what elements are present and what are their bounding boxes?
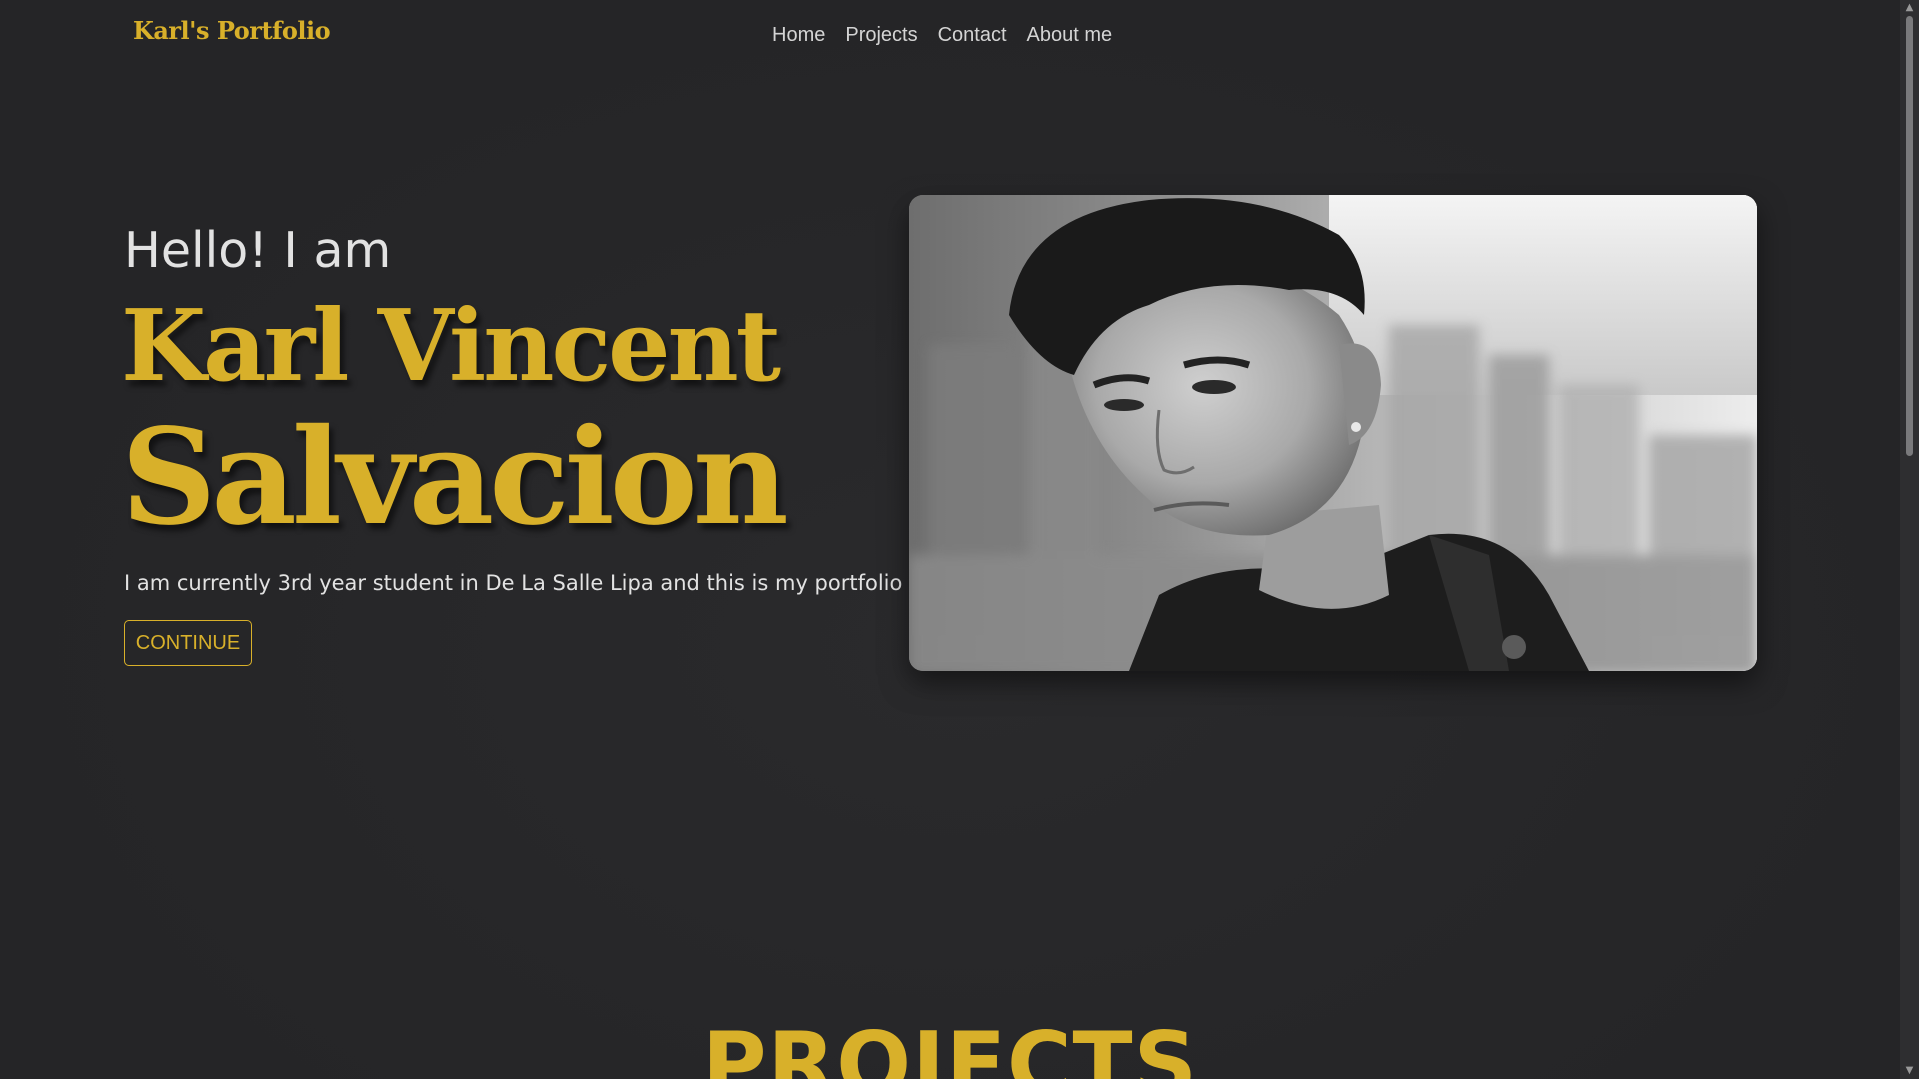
brand-logo[interactable]: Karl's Portfolio xyxy=(133,16,331,45)
chevron-up-icon[interactable]: ▲ xyxy=(1900,0,1919,16)
hero-tagline: I am currently 3rd year student in De La… xyxy=(124,571,903,595)
portfolio-page: Karl's Portfolio Home Projects Contact A… xyxy=(0,0,1919,1079)
continue-button[interactable]: CONTINUE xyxy=(124,620,252,666)
nav-link-contact[interactable]: Contact xyxy=(928,22,1017,49)
hero-last-name: Salvacion xyxy=(121,400,789,555)
nav-link-about-me[interactable]: About me xyxy=(1017,22,1123,49)
profile-photo-image xyxy=(909,195,1757,671)
nav-links: Home Projects Contact About me xyxy=(762,22,1122,49)
projects-heading: PROJECTS xyxy=(702,1013,1198,1079)
chevron-down-icon[interactable]: ▼ xyxy=(1900,1063,1919,1079)
hero-greeting: Hello! I am xyxy=(124,222,392,279)
hero-first-name: Karl Vincent xyxy=(121,289,781,404)
nav-link-home[interactable]: Home xyxy=(762,22,835,49)
scrollbar-thumb[interactable] xyxy=(1906,16,1913,456)
profile-photo xyxy=(909,195,1757,671)
nav-link-projects[interactable]: Projects xyxy=(835,22,927,49)
scrollbar[interactable]: ▲ ▼ xyxy=(1900,0,1919,1079)
navbar: Karl's Portfolio Home Projects Contact A… xyxy=(0,0,1900,72)
